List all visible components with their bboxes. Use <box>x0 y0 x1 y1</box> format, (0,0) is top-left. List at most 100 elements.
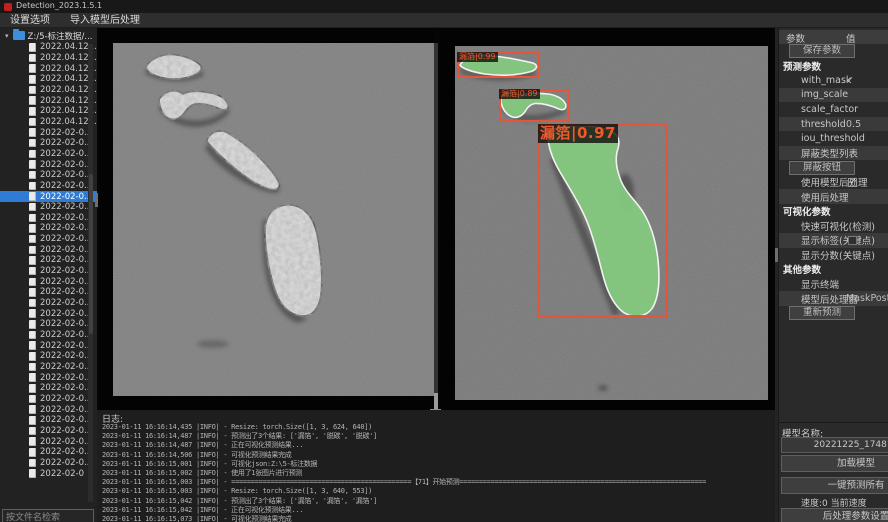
param-value[interactable]: 0.5 <box>846 119 861 130</box>
file-tree-item[interactable]: 2022.04.12... <box>0 85 97 96</box>
file-icon <box>29 288 36 297</box>
file-tree-item[interactable]: 2022-02-0... <box>0 330 97 341</box>
file-tree-item[interactable]: 2022-02-0 <box>0 468 97 479</box>
param-label[interactable]: img_scale <box>779 89 848 100</box>
file-tree-item[interactable]: 2022.04.12... <box>0 42 97 53</box>
file-tree-item[interactable]: 2022.04.12... <box>0 74 97 85</box>
expand-arrow-icon[interactable]: ▾ <box>5 32 9 40</box>
postprocess-settings-button[interactable]: 后处理参数设置 <box>781 508 888 522</box>
param-label[interactable]: 屏蔽类型列表 <box>779 146 858 160</box>
file-tree-item[interactable]: 2022-02-0... <box>0 436 97 447</box>
param-row[interactable]: 屏蔽类型列表 <box>779 146 888 161</box>
param-checkbox[interactable] <box>848 236 857 245</box>
file-tree-item[interactable]: 2022-02-0... <box>0 266 97 277</box>
param-row[interactable]: 可视化参数 <box>779 204 888 219</box>
model-name-value[interactable]: 20221225_174813 <box>781 437 888 453</box>
param-row[interactable]: 重新预测 <box>779 306 888 321</box>
detection-box: 漏箔|0.89 <box>499 89 570 122</box>
file-tree-item[interactable]: 2022-02-0... <box>0 308 97 319</box>
param-label[interactable]: 预测参数 <box>779 59 821 73</box>
file-tree-item[interactable]: 2022-02-0... <box>0 404 97 415</box>
file-tree-item[interactable]: 2022-02-0... <box>0 138 97 149</box>
file-tree-item[interactable]: 2022-02-0... <box>0 181 97 192</box>
file-tree-item[interactable]: 2022-02-0... <box>0 372 97 383</box>
param-label[interactable]: 显示分数(关键点) <box>779 248 875 262</box>
file-tree-item[interactable]: 2022-02-0... <box>0 383 97 394</box>
param-label[interactable]: 保存参数 <box>789 44 855 58</box>
load-model-button[interactable]: 加载模型 <box>781 455 888 472</box>
param-row[interactable]: 屏蔽按钮 <box>779 160 888 175</box>
param-row[interactable]: 快速可视化(检测) <box>779 219 888 234</box>
file-tree-item[interactable]: 2022-02-0... <box>0 202 97 213</box>
log-panel[interactable]: 日志: 2023-01-11 16:16:14,435 |INFO| - Res… <box>97 410 775 522</box>
param-label[interactable]: scale_factor <box>779 104 858 115</box>
file-tree-item[interactable]: 2022-02-0... <box>0 234 97 245</box>
param-label[interactable]: 其他参数 <box>779 262 821 276</box>
param-label[interactable]: 使用后处理 <box>779 190 849 204</box>
file-tree-item[interactable]: 2022.04.12... <box>0 117 97 128</box>
file-tree-item[interactable]: 2022.04.12... <box>0 106 97 117</box>
file-tree-item[interactable]: 2022-02-0... <box>0 255 97 266</box>
filename-search-input[interactable] <box>2 509 94 522</box>
panel-splitter-handle[interactable] <box>434 393 438 410</box>
file-tree-item[interactable]: 2022.04.12... <box>0 95 97 106</box>
tree-scrollbar-handle[interactable] <box>89 174 93 334</box>
param-row[interactable]: with_mask ✓ <box>779 73 888 88</box>
file-tree-item[interactable]: 2022-02-0... <box>0 287 97 298</box>
menu-item[interactable]: 导入模型后处理 <box>60 13 150 28</box>
param-label[interactable]: 显示终端 <box>779 277 839 291</box>
file-tree-item[interactable]: 2022-02-0... <box>0 213 97 224</box>
file-tree-item[interactable]: 2022-02-0... <box>0 351 97 362</box>
original-image-panel[interactable] <box>100 28 434 410</box>
param-row[interactable]: 预测参数 <box>779 59 888 74</box>
file-tree-item[interactable]: 2022-02-0... <box>0 447 97 458</box>
file-tree-item[interactable]: 2022-02-0... <box>0 415 97 426</box>
param-value[interactable]: MaskPostPro <box>846 293 888 304</box>
param-row[interactable]: 使用模型后处理 <box>779 175 888 190</box>
file-tree-item[interactable]: 2022-02-0... <box>0 394 97 405</box>
file-tree-item[interactable]: 2022-02-0... <box>0 191 97 202</box>
left-splitter-handle[interactable] <box>95 193 98 207</box>
file-tree-item[interactable]: 2022-02-0... <box>0 244 97 255</box>
param-row[interactable]: 显示终端 <box>779 277 888 292</box>
param-label[interactable]: with_mask <box>779 75 851 86</box>
param-label[interactable]: iou_threshold <box>779 133 865 144</box>
predict-all-button[interactable]: 一键预测所有 <box>781 477 888 494</box>
param-label[interactable]: 重新预测 <box>789 306 855 320</box>
tree-root-folder[interactable]: ▾ Z:/5-标注数据/... <box>0 30 97 41</box>
file-tree-item[interactable]: 2022.04.12... <box>0 63 97 74</box>
file-tree-item[interactable]: 2022-02-0... <box>0 276 97 287</box>
param-row[interactable]: 显示分数(关键点) <box>779 248 888 263</box>
file-tree-item[interactable]: 2022-02-0... <box>0 149 97 160</box>
file-tree-item[interactable]: 2022-02-0... <box>0 223 97 234</box>
param-row[interactable]: 使用后处理 <box>779 189 888 204</box>
image-vscrollbar-track[interactable] <box>434 43 438 413</box>
param-label[interactable]: 屏蔽按钮 <box>789 161 855 175</box>
param-row[interactable]: threshold 0.5 <box>779 117 888 132</box>
file-tree-item[interactable]: 2022-02-0... <box>0 362 97 373</box>
param-row[interactable]: 模型后处理器 MaskPostPro <box>779 291 888 306</box>
param-checkbox[interactable] <box>848 178 857 187</box>
menu-item[interactable]: 设置选项 <box>0 13 60 28</box>
param-label[interactable]: 可视化参数 <box>779 204 831 218</box>
param-row[interactable]: scale_factor <box>779 102 888 117</box>
param-label[interactable]: 显示标签(关键点) <box>779 233 875 247</box>
file-tree-item[interactable]: 2022.04.12... <box>0 53 97 64</box>
file-tree-item[interactable]: 2022-02-0... <box>0 159 97 170</box>
param-row[interactable]: 显示标签(关键点) <box>779 233 888 248</box>
file-tree-item[interactable]: 2022-02-0... <box>0 319 97 330</box>
tree-scrollbar[interactable] <box>88 44 93 502</box>
param-row[interactable]: iou_threshold <box>779 131 888 146</box>
param-label[interactable]: threshold <box>779 119 846 130</box>
param-value[interactable]: ✓ <box>846 75 854 86</box>
file-tree-item[interactable]: 2022-02-0... <box>0 170 97 181</box>
file-tree-item[interactable]: 2022-02-0... <box>0 458 97 469</box>
file-tree-item[interactable]: 2022-02-0... <box>0 340 97 351</box>
file-tree-item[interactable]: 2022-02-0... <box>0 127 97 138</box>
file-tree-item[interactable]: 2022-02-0... <box>0 298 97 309</box>
param-row[interactable]: 保存参数 <box>779 44 888 59</box>
param-label[interactable]: 快速可视化(检测) <box>779 219 875 233</box>
param-row[interactable]: img_scale <box>779 88 888 103</box>
param-row[interactable]: 其他参数 <box>779 262 888 277</box>
file-tree-item[interactable]: 2022-02-0... <box>0 426 97 437</box>
